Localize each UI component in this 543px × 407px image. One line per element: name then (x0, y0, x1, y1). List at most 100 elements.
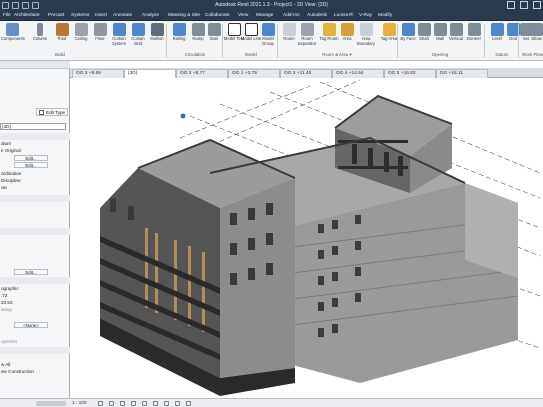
sun-path-icon[interactable] (120, 401, 125, 406)
phase-filter-button[interactable]: <None> (14, 322, 48, 328)
property-row: dium (1, 141, 11, 146)
components-tool[interactable]: Components (1, 23, 25, 51)
room-separator-icon (300, 23, 314, 36)
tab-v-ray[interactable]: V-Ray (359, 13, 372, 18)
view-tab[interactable]: OG 3 +11.45 (280, 69, 332, 78)
view-name-field[interactable]: {3D} (0, 123, 66, 130)
tab-architecture[interactable]: Architecture (14, 13, 40, 18)
detail-level-icon[interactable] (98, 401, 103, 406)
railing-icon (172, 23, 186, 36)
property-row (0, 195, 70, 202)
area-icon (340, 23, 354, 36)
property-row (0, 250, 70, 257)
show-crop-icon[interactable] (153, 401, 158, 406)
tab-add-ins[interactable]: Add-Ins (283, 13, 300, 18)
property-row: operties (1, 339, 18, 344)
view-tab[interactable]: OG 1 +3.75 (228, 69, 280, 78)
ribbon: Components Column Roof Ceiling Floor Cur… (0, 21, 543, 61)
property-row (0, 239, 70, 246)
show-workplane-tool[interactable]: Show (530, 23, 543, 51)
property-row: e Original (1, 148, 21, 153)
lock-view-icon[interactable] (164, 401, 169, 406)
temporary-hide-icon[interactable] (175, 401, 180, 406)
property-row: ordination (1, 171, 22, 176)
close-icon[interactable] (533, 1, 541, 9)
dormer-tool[interactable]: Dormer (463, 23, 485, 51)
curtain-system-icon (112, 23, 126, 36)
property-row: 33.53 (1, 300, 13, 305)
property-row (0, 217, 70, 224)
property-row: ographic (1, 286, 19, 291)
property-row (0, 228, 70, 235)
minimize-icon[interactable] (507, 1, 515, 9)
tab-manage[interactable]: Manage (256, 13, 273, 18)
tab-lumion[interactable]: Lumion® (334, 13, 353, 18)
view-tab[interactable]: OG 2 +8.77 (176, 69, 228, 78)
panel-label-opening: Opening (431, 52, 449, 57)
maximize-icon[interactable] (520, 1, 528, 9)
edit-button[interactable]: Edit... (14, 162, 48, 168)
panel-label-work-plane: Work Plane (522, 52, 543, 57)
stair-icon (207, 23, 221, 36)
tab-modify[interactable]: Modify (378, 13, 392, 18)
visual-style-icon[interactable] (109, 401, 114, 406)
panel-separator (166, 24, 167, 58)
tab-insert[interactable]: Insert (95, 13, 107, 18)
property-row: ew Construction (1, 369, 34, 374)
tab-systems[interactable]: Systems (71, 13, 89, 18)
model-line-icon (244, 23, 258, 36)
tab-massing-site[interactable]: Massing & Site (168, 13, 200, 18)
tab-autodesk[interactable]: Autodesk (307, 13, 327, 18)
window-title: Autodesk Revit 2021.1.3 - Project1 - 3D … (215, 2, 328, 8)
title-bar: Autodesk Revit 2021.1.3 - Project1 - 3D … (0, 0, 543, 11)
area-boundary-icon (359, 23, 373, 36)
property-row: Discipline (1, 178, 21, 183)
model-group-tool[interactable]: Model Group (257, 23, 279, 51)
column-tool[interactable]: Column (29, 23, 51, 51)
mullion-tool[interactable]: Mullion (146, 23, 168, 51)
properties-scrollbar[interactable] (36, 401, 66, 406)
area-boundary-tool[interactable]: Area Boundary (355, 23, 377, 51)
property-row (0, 277, 70, 284)
view-tab[interactable]: OG 3 +9.69 (72, 69, 124, 78)
view-tab-bar: OG 3 +9.69 {3D} OG 2 +8.77 OG 1 +3.75 OG… (70, 68, 543, 78)
reveal-hidden-icon[interactable] (186, 401, 191, 406)
view-tab[interactable]: DG +18.11 (436, 69, 488, 78)
crop-view-icon[interactable] (142, 401, 147, 406)
dormer-icon (467, 23, 481, 36)
panel-label-circulation: Circulation (184, 52, 206, 57)
view-tab[interactable]: OG 5 +16.83 (384, 69, 436, 78)
tab-annotate[interactable]: Annotate (113, 13, 132, 18)
panel-label-room-area: Room & Area ▾ (322, 52, 352, 57)
mullion-icon (150, 23, 164, 36)
panel-label-model: Model (245, 52, 257, 57)
model-group-icon (261, 23, 275, 36)
floor-icon (93, 23, 107, 36)
column-icon (37, 23, 43, 36)
properties-panel: Edit Type {3D} dium e Original Edit... E… (0, 61, 70, 398)
tab-file[interactable]: File (3, 13, 11, 18)
curtain-grid-icon (131, 23, 145, 36)
tab-collaborate[interactable]: Collaborate (205, 13, 230, 18)
window-controls (507, 1, 541, 9)
shadows-icon[interactable] (131, 401, 136, 406)
tab-analyze[interactable]: Analyze (142, 13, 159, 18)
edit-type-button[interactable]: Edit Type (36, 108, 68, 116)
tab-view[interactable]: View (238, 13, 248, 18)
room-icon (282, 23, 296, 36)
property-row (0, 133, 70, 140)
panel-label-build: Build (55, 52, 65, 57)
show-icon (530, 23, 543, 36)
view-tab[interactable]: OG 4 +14.54 (332, 69, 384, 78)
grid-bubble[interactable] (180, 113, 186, 119)
view-tab[interactable]: {3D} (124, 69, 176, 78)
ribbon-tab-bar: File Architecture Precast Systems Insert… (0, 11, 543, 21)
view-scale[interactable]: 1 : 100 (72, 400, 87, 407)
room-separator-tool[interactable]: Room Separator (296, 23, 318, 51)
edit-button[interactable]: Edit... (14, 269, 48, 275)
3d-viewport[interactable] (70, 78, 543, 398)
edit-button[interactable]: Edit... (14, 155, 48, 161)
tab-precast[interactable]: Precast (48, 13, 64, 18)
properties-header (0, 61, 70, 69)
status-bar: 1 : 100 (0, 398, 543, 407)
